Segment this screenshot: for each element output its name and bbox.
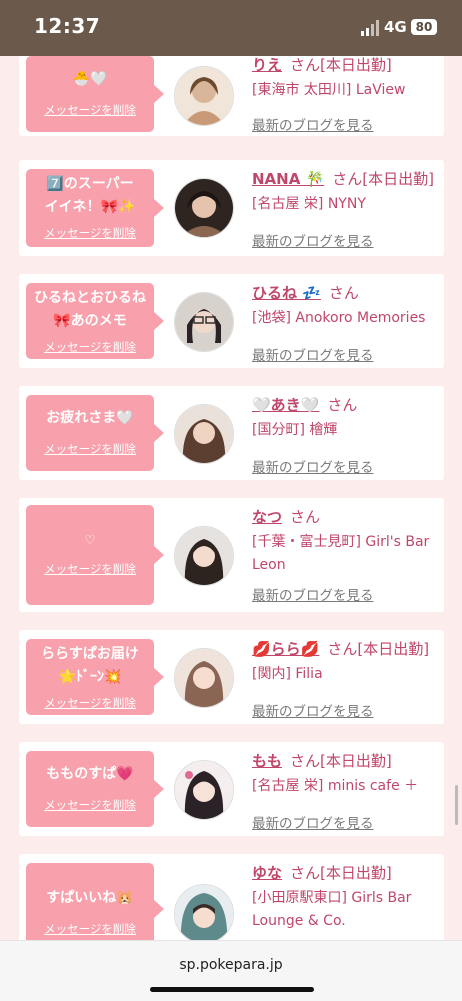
status-bar: 12:37 4G 80 (0, 0, 462, 56)
shop-link[interactable]: [国分町] 檜輝 (252, 419, 444, 442)
cellular-signal-icon (361, 20, 379, 36)
shop-link[interactable]: [千葉・富士見町] Girl's Bar Leon (252, 531, 444, 577)
profile-name-link[interactable]: りえ (252, 56, 282, 74)
profile-name-link[interactable]: ひるね 💤 (252, 284, 321, 302)
message-text: 🐣🤍 (72, 71, 108, 87)
honorific: さん (332, 170, 363, 188)
message-text: ♡ (84, 533, 96, 547)
avatar[interactable] (174, 292, 234, 352)
latest-blog-link[interactable]: 最新のブログを見る (252, 584, 374, 604)
message-bubble: 🐣🤍 メッセージを削除 (26, 56, 164, 132)
delete-message-link[interactable]: メッセージを削除 (26, 339, 154, 355)
message-text: ららすぱお届け🌟ﾄﾞｰﾝ💥 (41, 646, 139, 685)
honorific: さん (290, 56, 321, 74)
attendance-status: [本日出勤] (320, 752, 392, 770)
honorific: さん (290, 864, 321, 882)
delete-message-link[interactable]: メッセージを削除 (26, 797, 154, 813)
latest-blog-link[interactable]: 最新のブログを見る (252, 700, 374, 720)
avatar[interactable] (174, 648, 234, 708)
latest-blog-link[interactable]: 最新のブログを見る (252, 114, 374, 134)
status-time: 12:37 (34, 14, 101, 38)
message-bubble: すぱいいね🐹 メッセージを削除 (26, 863, 164, 940)
avatar[interactable] (174, 884, 234, 940)
message-bubble: もものすぱ💗 メッセージを削除 (26, 751, 164, 827)
honorific: さん (290, 508, 321, 526)
delete-message-link[interactable]: メッセージを削除 (26, 102, 154, 118)
profile-name-link[interactable]: NANA 🎋 (252, 170, 324, 188)
delete-message-link[interactable]: メッセージを削除 (26, 921, 154, 937)
attendance-status: [本日出勤] (362, 170, 434, 188)
list-item: ♡ メッセージを削除 なつ さん [千葉・富士見町] Girl's Bar Leo… (19, 498, 444, 612)
profile-name-link[interactable]: なつ (252, 508, 282, 526)
attendance-status: [本日出勤] (320, 56, 392, 74)
list-item: もものすぱ💗 メッセージを削除 もも さん[本日出勤] [名古屋 栄] minis… (19, 742, 444, 836)
list-item: すぱいいね🐹 メッセージを削除 ゆな さん[本日出勤] [小田原駅東口] Girl… (19, 854, 444, 940)
latest-blog-link[interactable]: 最新のブログを見る (252, 344, 374, 364)
network-type: 4G (384, 18, 407, 36)
honorific: さん (327, 640, 358, 658)
shop-link[interactable]: [東海市 太田川] LaView (252, 79, 444, 102)
message-bubble: お疲れさま🤍 メッセージを削除 (26, 395, 164, 471)
shop-link[interactable]: [名古屋 栄] minis cafe ＋ (252, 775, 444, 798)
attendance-status: [本日出勤] (320, 864, 392, 882)
profile-name-link[interactable]: ゆな (252, 864, 282, 882)
shop-link[interactable]: [関内] Filia (252, 663, 444, 686)
browser-address-bar[interactable]: sp.pokepara.jp (0, 940, 462, 1001)
latest-blog-link[interactable]: 最新のブログを見る (252, 230, 374, 250)
latest-blog-link[interactable]: 最新のブログを見る (252, 456, 374, 476)
battery-icon: 80 (411, 19, 437, 35)
latest-blog-link[interactable]: 最新のブログを見る (252, 812, 374, 832)
honorific: さん (328, 284, 359, 302)
attendance-status: [本日出勤] (357, 640, 430, 658)
profile-name-link[interactable]: 🤍あき🤍 (252, 396, 319, 414)
home-indicator[interactable] (150, 987, 314, 992)
message-text: すぱいいね🐹 (46, 890, 134, 906)
url-text[interactable]: sp.pokepara.jp (0, 957, 462, 973)
shop-link[interactable]: [池袋] Anokoro Memories (252, 307, 444, 330)
message-bubble: ららすぱお届け🌟ﾄﾞｰﾝ💥 メッセージを削除 (26, 639, 164, 715)
list-item: ひるねとおひるね🎀あのメモ メッセージを削除 ひるね 💤 さん [池袋] Anok… (19, 274, 444, 368)
delete-message-link[interactable]: メッセージを削除 (26, 225, 154, 241)
message-bubble: 7️⃣のスーパーイイネ！🎀✨ メッセージを削除 (26, 169, 164, 247)
message-text: もものすぱ💗 (46, 766, 134, 782)
list-item: 🐣🤍 メッセージを削除 りえ さん[本日出勤] [東海市 太田川] LaView … (19, 56, 444, 136)
delete-message-link[interactable]: メッセージを削除 (26, 561, 154, 577)
avatar[interactable] (174, 404, 234, 464)
shop-link[interactable]: [名古屋 栄] NYNY (252, 193, 444, 216)
message-text: ひるねとおひるね🎀あのメモ (34, 290, 146, 329)
honorific: さん (290, 752, 321, 770)
honorific: さん (327, 396, 358, 414)
message-list: 🐣🤍 メッセージを削除 りえ さん[本日出勤] [東海市 太田川] LaView … (0, 56, 462, 940)
shop-link[interactable]: [小田原駅東口] Girls Bar Lounge & Co. (252, 887, 444, 933)
profile-name-link[interactable]: 💋らら💋 (252, 640, 319, 658)
delete-message-link[interactable]: メッセージを削除 (26, 695, 154, 711)
avatar[interactable] (174, 66, 234, 126)
list-item: 7️⃣のスーパーイイネ！🎀✨ メッセージを削除 NANA 🎋 さん[本日出勤] [… (19, 160, 444, 256)
message-bubble: ひるねとおひるね🎀あのメモ メッセージを削除 (26, 283, 164, 359)
scrollbar[interactable] (455, 785, 458, 825)
profile-name-link[interactable]: もも (252, 752, 282, 770)
avatar[interactable] (174, 760, 234, 820)
avatar[interactable] (174, 178, 234, 238)
avatar[interactable] (174, 526, 234, 586)
delete-message-link[interactable]: メッセージを削除 (26, 441, 154, 457)
list-item: お疲れさま🤍 メッセージを削除 🤍あき🤍 さん [国分町] 檜輝 最新のブログを見… (19, 386, 444, 480)
list-item: ららすぱお届け🌟ﾄﾞｰﾝ💥 メッセージを削除 💋らら💋 さん[本日出勤] [関内]… (19, 630, 444, 724)
message-text: お疲れさま🤍 (46, 410, 134, 426)
message-bubble: ♡ メッセージを削除 (26, 505, 164, 605)
message-text: 7️⃣のスーパーイイネ！🎀✨ (44, 176, 136, 215)
